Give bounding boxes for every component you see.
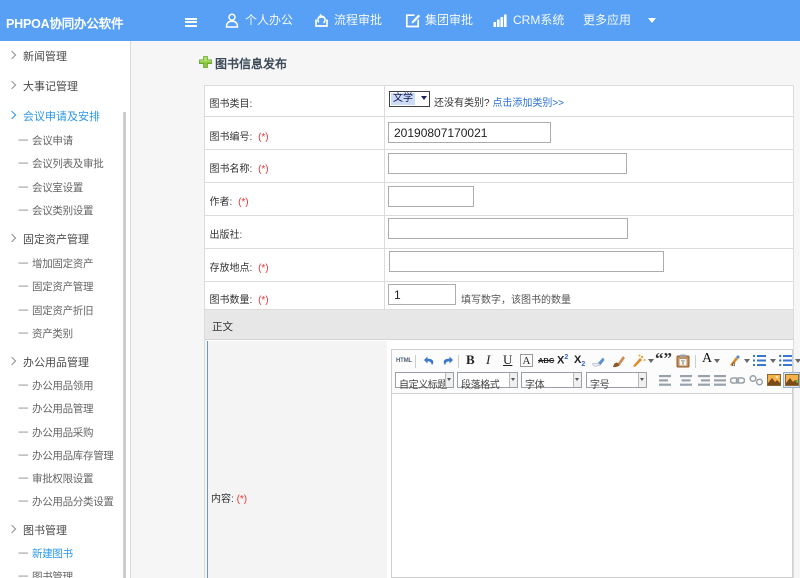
svg-text:T: T [681, 360, 685, 367]
svg-text:a: a [732, 360, 736, 367]
